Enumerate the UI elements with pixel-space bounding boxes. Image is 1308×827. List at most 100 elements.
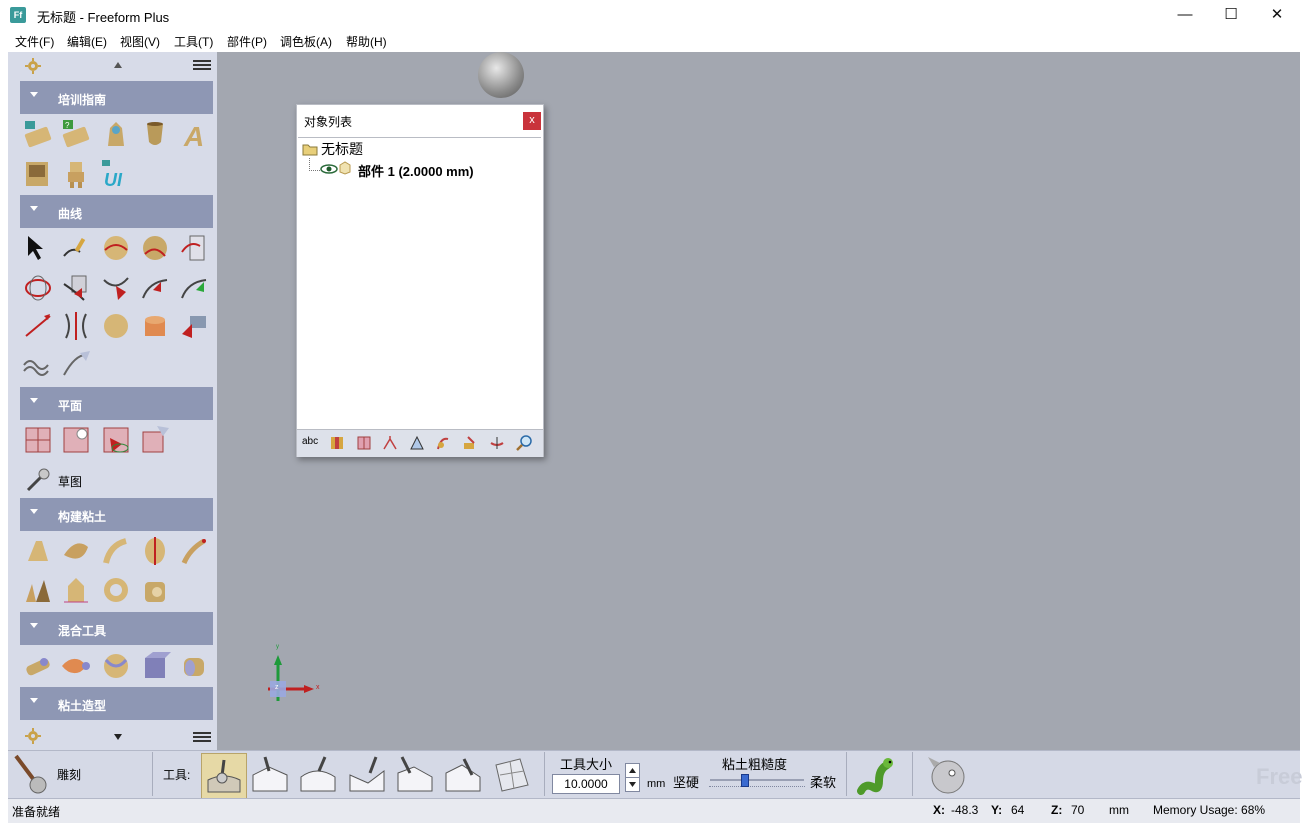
scroll-down-icon[interactable]	[114, 734, 122, 740]
line-tool[interactable]	[22, 310, 54, 342]
section-clay-modeling-header[interactable]: 粘土造型	[20, 687, 213, 720]
plane-list-icon[interactable]	[356, 435, 372, 451]
worm-icon[interactable]	[855, 753, 899, 797]
letter-a-tool[interactable]: A	[178, 118, 210, 152]
sketch-tool[interactable]	[22, 464, 54, 496]
vase-tool[interactable]	[139, 118, 171, 150]
loft-clay-tool[interactable]	[60, 535, 92, 567]
mascot-head-icon[interactable]	[924, 753, 968, 797]
plane-project-tool[interactable]	[100, 424, 132, 456]
menu-palette[interactable]: 调色板(A)	[280, 33, 332, 50]
sculpt-figure-tool[interactable]	[100, 118, 132, 150]
group-list-icon[interactable]	[435, 435, 451, 451]
menu-tools[interactable]: 工具(T)	[174, 33, 213, 50]
sketch-label[interactable]: 草图	[58, 473, 82, 490]
poster-tool[interactable]	[22, 158, 54, 190]
minimize-button[interactable]: —	[1162, 0, 1208, 30]
plane-curve-tool[interactable]	[178, 232, 210, 264]
blend-sphere-tool[interactable]	[100, 650, 132, 682]
section-plane-header[interactable]: 平面	[20, 387, 213, 420]
training-book-tool[interactable]	[22, 118, 54, 150]
view-orientation-sphere[interactable]	[478, 52, 524, 98]
roughness-slider-track[interactable]	[710, 779, 804, 781]
ui-tool[interactable]: UI	[100, 158, 132, 190]
wave-curve-tool[interactable]	[22, 349, 54, 381]
smooth-curve-tool[interactable]	[60, 349, 92, 381]
torus-tool[interactable]	[100, 574, 132, 606]
carve-tool[interactable]	[249, 753, 293, 797]
multi-extrude-tool[interactable]	[22, 574, 54, 606]
axis-y-label: y	[276, 644, 279, 650]
gear-icon[interactable]	[24, 727, 42, 745]
sketch-list-icon[interactable]	[409, 435, 425, 451]
robot-figure-tool[interactable]	[60, 158, 92, 190]
project-curve-tool[interactable]	[60, 272, 92, 304]
visibility-eye-icon[interactable]	[320, 164, 338, 174]
close-window-button[interactable]: ✕	[1254, 0, 1300, 30]
menu-parts[interactable]: 部件(P)	[227, 33, 267, 50]
sphere-tool[interactable]	[100, 310, 132, 342]
cut-curve-tool[interactable]	[100, 272, 132, 304]
section-label: 培训指南	[58, 93, 107, 107]
plane-options-tool[interactable]	[60, 424, 92, 456]
training-help-tool[interactable]: ?	[60, 118, 92, 150]
smooth-tool[interactable]	[297, 753, 341, 797]
rename-button[interactable]: abc	[302, 436, 318, 447]
add-curve-tool[interactable]	[178, 272, 210, 304]
blend-roll-tool[interactable]	[22, 650, 54, 682]
clay-tool-selected[interactable]	[201, 753, 247, 799]
attract-tool[interactable]	[442, 753, 486, 797]
tool-size-input[interactable]: 10.0000	[552, 774, 620, 794]
mirror-curve-tool[interactable]	[60, 310, 92, 342]
panel-menu-icon[interactable]	[193, 732, 211, 742]
axis-x-label: x	[316, 684, 320, 691]
menu-file[interactable]: 文件(F)	[15, 33, 54, 50]
select-arrow-tool[interactable]	[22, 232, 54, 264]
symmetric-head-tool[interactable]	[139, 535, 171, 567]
selection-list-icon[interactable]	[462, 435, 478, 451]
section-blend-tools-header[interactable]: 混合工具	[20, 612, 213, 645]
section-training-header[interactable]: 培训指南	[20, 81, 213, 114]
section-build-clay-header[interactable]: 构建粘土	[20, 498, 213, 531]
collapse-arrow-icon	[30, 509, 38, 514]
gear-icon[interactable]	[24, 57, 42, 75]
roughness-slider-thumb[interactable]	[740, 774, 749, 787]
tool-size-increment-button[interactable]	[625, 763, 640, 778]
draw-curve-tool[interactable]	[60, 232, 92, 264]
spin-clay-tool[interactable]	[178, 535, 210, 567]
part-color-icon[interactable]	[329, 435, 345, 451]
extrude-clay-tool[interactable]	[22, 535, 54, 567]
blend-cube-tool[interactable]	[139, 650, 171, 682]
groove-tool[interactable]	[394, 753, 438, 797]
select-region-tool[interactable]	[490, 753, 534, 797]
extend-curve-tool[interactable]	[139, 272, 171, 304]
tug-tool[interactable]	[346, 753, 390, 797]
maximize-button[interactable]: ☐	[1208, 0, 1254, 30]
extrude-tool[interactable]	[178, 310, 210, 342]
tool-size-decrement-button[interactable]	[625, 777, 640, 792]
tree-part-item[interactable]: 部件 1 (2.0000 mm)	[358, 161, 474, 180]
pin-list-icon[interactable]	[489, 435, 505, 451]
loop-curve-tool[interactable]	[22, 272, 54, 304]
search-icon[interactable]	[515, 435, 533, 451]
object-list-close-button[interactable]: x	[523, 112, 541, 130]
tree-root-item[interactable]: 无标题	[321, 139, 363, 159]
blend-cylinder-tool[interactable]	[178, 650, 210, 682]
panel-menu-icon[interactable]	[193, 60, 211, 70]
scroll-up-icon[interactable]	[114, 62, 122, 68]
section-curves-header[interactable]: 曲线	[20, 195, 213, 228]
box-tool[interactable]	[139, 310, 171, 342]
cube-clay-tool[interactable]	[139, 574, 171, 606]
blend-cone-tool[interactable]	[60, 650, 92, 682]
menu-edit[interactable]: 编辑(E)	[67, 33, 107, 50]
curve-list-icon[interactable]	[382, 435, 398, 451]
plane-tool[interactable]	[22, 424, 54, 456]
curve-on-ball-tool[interactable]	[100, 232, 132, 264]
block-clay-tool[interactable]	[60, 574, 92, 606]
plane-edit-tool[interactable]	[139, 424, 171, 456]
menu-view[interactable]: 视图(V)	[120, 33, 160, 50]
sculpt-tool-icon[interactable]	[12, 754, 50, 794]
menu-help[interactable]: 帮助(H)	[346, 33, 387, 50]
curve-on-surface-tool[interactable]	[139, 232, 171, 264]
sweep-clay-tool[interactable]	[100, 535, 132, 567]
